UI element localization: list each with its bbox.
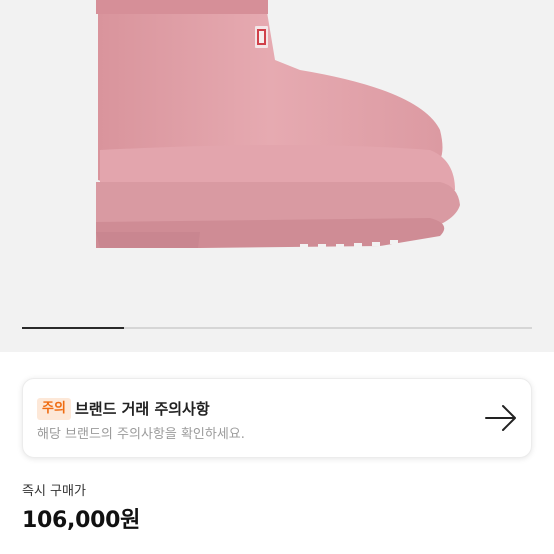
brand-notice-card[interactable]: 주의 브랜드 거래 주의사항 해당 브랜드의 주의사항을 확인하세요. bbox=[22, 378, 532, 458]
notice-title: 브랜드 거래 주의사항 bbox=[75, 400, 210, 418]
arrow-right-icon[interactable] bbox=[484, 403, 518, 433]
product-image bbox=[96, 0, 460, 248]
gallery-progress-track bbox=[22, 327, 532, 329]
warning-badge: 주의 bbox=[37, 398, 71, 420]
product-image-gallery[interactable] bbox=[0, 0, 554, 352]
price-value: 106,000원 bbox=[22, 508, 141, 533]
price-label: 즉시 구매가 bbox=[22, 484, 86, 499]
notice-description: 해당 브랜드의 주의사항을 확인하세요. bbox=[37, 427, 245, 442]
gallery-progress-indicator bbox=[22, 327, 124, 329]
